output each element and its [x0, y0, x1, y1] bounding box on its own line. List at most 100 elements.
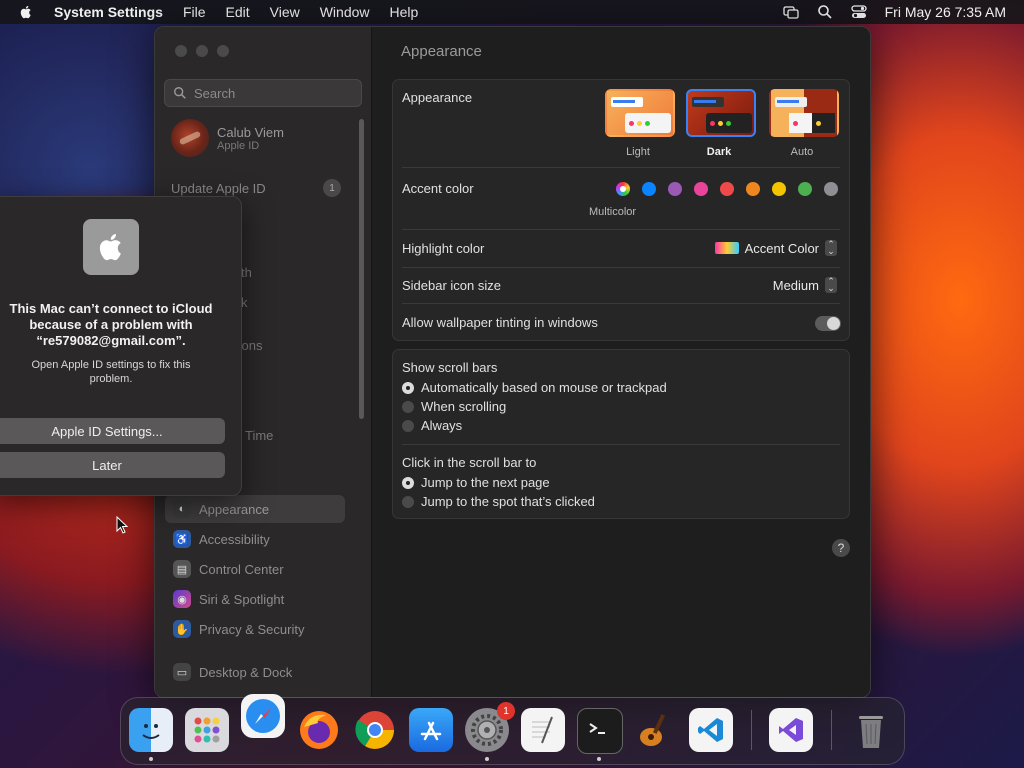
sidebar-item-partial[interactable]: Time [245, 428, 273, 443]
sidebar-item-label: Siri & Spotlight [199, 591, 285, 607]
accent-green-swatch[interactable] [798, 182, 812, 196]
spotlight-search-icon[interactable] [817, 4, 833, 20]
appearance-panel: Appearance Light Dark Auto Accent color … [392, 79, 850, 341]
appearance-dark-option[interactable] [686, 89, 756, 137]
wallpaper-tinting-toggle[interactable] [815, 316, 841, 331]
update-count-badge: 1 [323, 179, 341, 197]
firefox-icon[interactable] [297, 708, 341, 752]
scroll-option-always[interactable]: Always [402, 418, 462, 433]
app-menu-name[interactable]: System Settings [54, 4, 163, 20]
scroll-option-when-scrolling[interactable]: When scrolling [402, 399, 506, 414]
click-option-next-page[interactable]: Jump to the next page [402, 475, 550, 490]
sidebar-item-partial[interactable]: th [241, 265, 252, 280]
menu-view[interactable]: View [270, 4, 300, 20]
profile-name: Calub Viem [217, 124, 284, 140]
menu-window[interactable]: Window [320, 4, 370, 20]
app-store-icon[interactable] [409, 708, 453, 752]
appearance-light-option[interactable] [605, 89, 675, 137]
scroll-option-automatic[interactable]: Automatically based on mouse or trackpad [402, 380, 667, 395]
click-option-spot-clicked[interactable]: Jump to the spot that’s clicked [402, 494, 595, 509]
accent-orange-swatch[interactable] [746, 182, 760, 196]
accent-multicolor-swatch[interactable] [616, 182, 630, 196]
appearance-dark-label: Dark [706, 146, 732, 158]
terminal-icon[interactable] [577, 708, 623, 754]
update-apple-id-label: Update Apple ID [171, 180, 266, 196]
apple-id-settings-button[interactable]: Apple ID Settings... [0, 418, 225, 444]
sidebar-item-control-center[interactable]: ▤ Control Center [165, 555, 345, 583]
sidebar-item-label: Privacy & Security [199, 621, 305, 637]
sidebar-item-appearance[interactable]: ◐ Appearance [165, 495, 345, 523]
visual-studio-code-icon[interactable] [689, 708, 733, 752]
textedit-icon[interactable] [521, 708, 565, 752]
minimize-window-button[interactable] [196, 45, 208, 57]
sidebar-icon-size-select[interactable]: Medium ⌃ ⌄ [773, 277, 837, 293]
search-icon [174, 87, 186, 99]
settings-content: Appearance Appearance Light Dark Auto Ac… [372, 27, 870, 697]
running-indicator [485, 757, 489, 761]
sidebar-search-input[interactable]: Search [164, 79, 362, 107]
safari-icon[interactable] [241, 694, 285, 738]
dock: 1 [120, 694, 905, 765]
accent-purple-swatch[interactable] [668, 182, 682, 196]
help-button[interactable]: ? [832, 539, 850, 557]
mouse-cursor-icon [116, 516, 128, 534]
sidebar-scrollbar[interactable] [359, 119, 364, 419]
sidebar-icon-size-value: Medium [772, 277, 819, 293]
finder-icon[interactable] [129, 708, 173, 752]
sidebar-item-privacy-security[interactable]: ✋ Privacy & Security [165, 615, 345, 643]
apple-id-profile[interactable]: Calub Viem Apple ID [171, 119, 284, 157]
zoom-window-button[interactable] [217, 45, 229, 57]
menu-help[interactable]: Help [390, 4, 419, 20]
radio-label: Jump to the next page [421, 475, 550, 490]
garageband-icon[interactable] [633, 708, 677, 752]
later-button[interactable]: Later [0, 452, 225, 478]
search-placeholder: Search [194, 85, 236, 101]
radio-unselected [402, 400, 414, 413]
sidebar-item-siri-spotlight[interactable]: ◉ Siri & Spotlight [165, 585, 345, 613]
icloud-alert-dialog: This Mac can’t connect to iCloud because… [0, 196, 242, 496]
radio-label: When scrolling [421, 399, 507, 414]
apple-logo-icon [83, 219, 139, 275]
siri-icon: ◉ [173, 590, 191, 608]
radio-selected [402, 381, 414, 394]
radio-unselected [402, 495, 414, 508]
accessibility-icon: ♿ [173, 530, 191, 548]
sidebar-item-desktop-dock[interactable]: ▭ Desktop & Dock [165, 658, 345, 686]
menu-file[interactable]: File [183, 4, 206, 20]
menubar-clock[interactable]: Fri May 26 7:35 AM [885, 4, 1006, 20]
chrome-icon[interactable] [353, 708, 397, 752]
trash-icon[interactable] [849, 708, 893, 752]
accent-red-swatch[interactable] [720, 182, 734, 196]
visual-studio-icon[interactable] [769, 708, 813, 752]
control-center-icon: ▤ [173, 560, 191, 578]
accent-color-label: Accent color [402, 181, 474, 196]
click-scroll-bar-label: Click in the scroll bar to [402, 455, 537, 470]
accent-blue-swatch[interactable] [642, 182, 656, 196]
sidebar-item-label: Accessibility [199, 531, 270, 547]
control-center-icon[interactable] [850, 4, 867, 20]
divider [402, 303, 840, 304]
desktop-dock-icon: ▭ [173, 663, 191, 681]
accent-graphite-swatch[interactable] [824, 182, 838, 196]
highlight-color-label: Highlight color [402, 241, 485, 256]
divider [402, 444, 840, 445]
highlight-color-select[interactable]: Accent Color ⌃ ⌄ [714, 240, 837, 256]
appearance-label: Appearance [402, 90, 473, 105]
accent-yellow-swatch[interactable] [772, 182, 786, 196]
sidebar-icon-size-label: Sidebar icon size [402, 278, 501, 293]
menu-edit[interactable]: Edit [226, 4, 250, 20]
launchpad-icon[interactable] [185, 708, 229, 752]
privacy-hand-icon: ✋ [173, 620, 191, 638]
apple-menu-icon[interactable] [18, 4, 34, 20]
screen-mirroring-icon[interactable] [782, 4, 799, 20]
update-apple-id-item[interactable]: Update Apple ID 1 [171, 179, 341, 197]
sidebar-item-accessibility[interactable]: ♿ Accessibility [165, 525, 345, 553]
accent-pink-swatch[interactable] [694, 182, 708, 196]
appearance-auto-option[interactable] [769, 89, 839, 137]
close-window-button[interactable] [175, 45, 187, 57]
alert-title: This Mac can’t connect to iCloud because… [9, 301, 213, 348]
menu-bar: System Settings File Edit View Window He… [0, 0, 1024, 24]
running-indicator [149, 757, 153, 761]
wallpaper-tinting-label: Allow wallpaper tinting in windows [402, 315, 598, 330]
highlight-color-value: Accent Color [744, 240, 819, 256]
